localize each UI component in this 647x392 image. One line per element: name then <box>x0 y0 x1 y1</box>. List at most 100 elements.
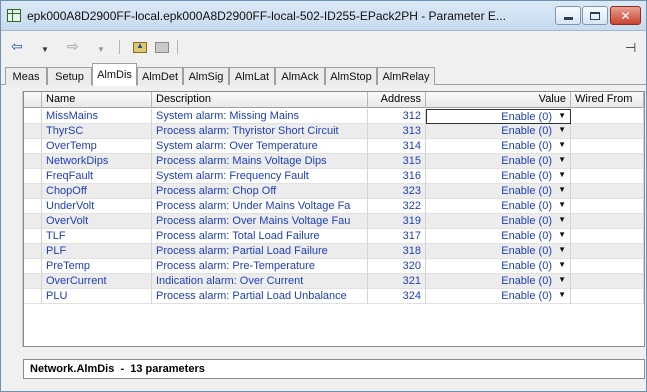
chevron-down-icon[interactable]: ▼ <box>558 111 566 120</box>
header-description[interactable]: Description <box>152 92 368 108</box>
row-selector <box>24 214 42 229</box>
table-row[interactable]: PreTemp Process alarm: Pre-Temperature 320… <box>24 259 644 274</box>
header-value[interactable]: Value <box>426 92 571 108</box>
param-description-cell-text: Process alarm: Partial Load Failure <box>156 245 328 257</box>
param-address-cell-text: 312 <box>402 110 421 122</box>
param-value-dropdown[interactable]: Enable (0) ▼ <box>426 124 571 139</box>
param-name-cell: OverVolt <box>42 214 152 229</box>
tab-almstop[interactable]: AlmStop <box>325 67 377 85</box>
tab-almlat[interactable]: AlmLat <box>229 67 275 85</box>
param-value-dropdown[interactable]: Enable (0) ▼ <box>426 289 571 304</box>
param-description-cell: System alarm: Frequency Fault <box>152 169 368 184</box>
table-row[interactable]: UnderVolt Process alarm: Under Mains Volt… <box>24 199 644 214</box>
pin-icon[interactable]: ⊣ <box>625 40 636 56</box>
param-address-cell: 319 <box>368 214 426 229</box>
param-value-dropdown[interactable]: Enable (0) ▼ <box>426 169 571 184</box>
param-name-cell-text: OverCurrent <box>46 275 107 287</box>
param-value-dropdown[interactable]: Enable (0) ▼ <box>426 199 571 214</box>
row-selector <box>24 109 42 124</box>
param-value-dropdown[interactable]: Enable (0) ▼ <box>426 229 571 244</box>
title-bar[interactable]: epk000A8D2900FF-local.epk000A8D2900FF-lo… <box>1 1 646 31</box>
param-name-cell: ChopOff <box>42 184 152 199</box>
tab-setup[interactable]: Setup <box>47 67 92 85</box>
tab-almdet[interactable]: AlmDet <box>137 67 183 85</box>
param-name-cell: OverTemp <box>42 139 152 154</box>
chevron-down-icon[interactable]: ▼ <box>558 125 566 134</box>
param-wired-from-cell <box>571 259 644 274</box>
param-wired-from-cell <box>571 169 644 184</box>
row-selector <box>24 259 42 274</box>
param-address-cell: 318 <box>368 244 426 259</box>
table-row[interactable]: ChopOff Process alarm: Chop Off 323 Enable … <box>24 184 644 199</box>
table-row[interactable]: MissMains System alarm: Missing Mains 312 E… <box>24 109 644 124</box>
tab-meas[interactable]: Meas <box>5 67 47 85</box>
param-description-cell: Process alarm: Over Mains Voltage Fau <box>152 214 368 229</box>
table-row[interactable]: OverCurrent Indication alarm: Over Curren… <box>24 274 644 289</box>
table-row[interactable]: OverTemp System alarm: Over Temperature 31… <box>24 139 644 154</box>
minimize-button[interactable] <box>555 6 581 25</box>
param-value-dropdown[interactable]: Enable (0) ▼ <box>426 109 571 124</box>
param-name-cell: NetworkDips <box>42 154 152 169</box>
chevron-down-icon[interactable]: ▼ <box>558 140 566 149</box>
window-title: epk000A8D2900FF-local.epk000A8D2900FF-lo… <box>27 9 506 23</box>
chevron-down-icon[interactable]: ▼ <box>558 290 566 299</box>
param-address-cell-text: 313 <box>402 125 421 137</box>
forward-button[interactable]: ⇨ <box>67 39 79 53</box>
param-wired-from-cell <box>571 154 644 169</box>
toolbar: ⇦ ▼ ⇨ ▼ ⊣ <box>1 32 646 62</box>
header-name[interactable]: Name <box>42 92 152 108</box>
chevron-down-icon[interactable]: ▼ <box>558 200 566 209</box>
param-value-dropdown[interactable]: Enable (0) ▼ <box>426 139 571 154</box>
table-row[interactable]: ThyrSC Process alarm: Thyristor Short Cir… <box>24 124 644 139</box>
param-value-dropdown[interactable]: Enable (0) ▼ <box>426 184 571 199</box>
chevron-down-icon[interactable]: ▼ <box>558 260 566 269</box>
chevron-down-icon[interactable]: ▼ <box>558 185 566 194</box>
chevron-down-icon[interactable]: ▼ <box>558 155 566 164</box>
row-gutter <box>1 91 23 347</box>
param-value-dropdown[interactable]: Enable (0) ▼ <box>426 154 571 169</box>
param-wired-from-cell <box>571 274 644 289</box>
table-row[interactable]: TLF Process alarm: Total Load Failure 317 E… <box>24 229 644 244</box>
param-value-dropdown[interactable]: Enable (0) ▼ <box>426 244 571 259</box>
tab-almdis[interactable]: AlmDis <box>92 63 137 86</box>
param-value-dropdown[interactable]: Enable (0) ▼ <box>426 259 571 274</box>
param-address-cell: 324 <box>368 289 426 304</box>
forward-dropdown-icon[interactable]: ▼ <box>97 43 105 57</box>
param-description-cell: Process alarm: Thyristor Short Circuit <box>152 124 368 139</box>
chevron-down-icon[interactable]: ▼ <box>558 215 566 224</box>
param-description-cell: Process alarm: Chop Off <box>152 184 368 199</box>
folder-icon[interactable] <box>155 42 169 53</box>
folder-up-icon[interactable] <box>133 41 147 53</box>
param-name-cell-text: MissMains <box>46 110 98 122</box>
param-name-cell-text: PreTemp <box>46 260 91 272</box>
chevron-down-icon[interactable]: ▼ <box>558 275 566 284</box>
table-row[interactable]: OverVolt Process alarm: Over Mains Voltag… <box>24 214 644 229</box>
tab-almack[interactable]: AlmAck <box>275 67 325 85</box>
close-button[interactable]: ✕ <box>610 6 641 25</box>
param-description-cell: Process alarm: Pre-Temperature <box>152 259 368 274</box>
table-row[interactable]: PLF Process alarm: Partial Load Failure 31… <box>24 244 644 259</box>
param-address-cell: 313 <box>368 124 426 139</box>
maximize-button[interactable] <box>582 6 608 25</box>
chevron-down-icon[interactable]: ▼ <box>558 230 566 239</box>
table-row[interactable]: NetworkDips Process alarm: Mains Voltage … <box>24 154 644 169</box>
chevron-down-icon[interactable]: ▼ <box>558 170 566 179</box>
back-button[interactable]: ⇦ <box>11 39 23 53</box>
param-description-cell: System alarm: Over Temperature <box>152 139 368 154</box>
table-row[interactable]: FreqFault System alarm: Frequency Fault 31… <box>24 169 644 184</box>
param-name-cell: OverCurrent <box>42 274 152 289</box>
param-name-cell-text: FreqFault <box>46 170 94 182</box>
param-value-dropdown-text: Enable (0) <box>501 290 552 302</box>
tab-almrelay[interactable]: AlmRelay <box>377 67 435 85</box>
param-value-dropdown[interactable]: Enable (0) ▼ <box>426 274 571 289</box>
header-wired-from[interactable]: Wired From <box>571 92 644 108</box>
chevron-down-icon[interactable]: ▼ <box>558 245 566 254</box>
back-dropdown-icon[interactable]: ▼ <box>41 43 49 57</box>
param-value-dropdown-text: Enable (0) <box>501 140 552 152</box>
param-wired-from-cell <box>571 229 644 244</box>
param-value-dropdown[interactable]: Enable (0) ▼ <box>426 214 571 229</box>
param-wired-from-cell <box>571 289 644 304</box>
tab-almsig[interactable]: AlmSig <box>183 67 229 85</box>
table-row[interactable]: PLU Process alarm: Partial Load Unbalance… <box>24 289 644 304</box>
header-address[interactable]: Address <box>368 92 426 108</box>
